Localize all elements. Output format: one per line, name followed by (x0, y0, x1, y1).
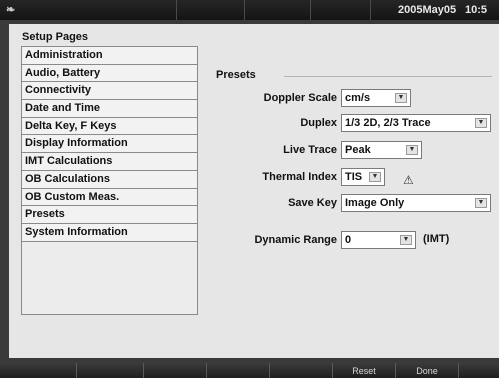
setup-page-audio-battery[interactable]: Audio, Battery (22, 64, 197, 83)
setup-page-administration[interactable]: Administration (22, 47, 197, 65)
dynamic-range-suffix: (IMT) (423, 233, 450, 245)
chevron-down-icon: ▼ (400, 235, 412, 245)
dynamic-range-label: Dynamic Range (254, 234, 337, 246)
setup-page-ob-custom-meas[interactable]: OB Custom Meas. (22, 188, 197, 207)
duplex-value: 1/3 2D, 2/3 Trace (345, 117, 431, 129)
chevron-down-icon: ▼ (475, 118, 487, 128)
softkey-3[interactable] (206, 363, 269, 378)
save-key-label: Save Key (288, 197, 337, 209)
setup-pages-list: Administration Audio, Battery Connectivi… (21, 46, 198, 315)
save-key-value: Image Only (345, 197, 405, 209)
status-divider (370, 0, 371, 20)
presets-section-title: Presets (216, 69, 256, 81)
chevron-down-icon: ▼ (395, 93, 407, 103)
softkey-2[interactable] (143, 363, 206, 378)
chevron-down-icon: ▼ (475, 198, 487, 208)
setup-page-display-information[interactable]: Display Information (22, 135, 197, 154)
app-logo-icon: ❧ (6, 4, 16, 16)
doppler-scale-dropdown[interactable]: cm/s ▼ (341, 89, 411, 107)
live-trace-dropdown[interactable]: Peak ▼ (341, 141, 422, 159)
chevron-down-icon: ▼ (406, 145, 418, 155)
dynamic-range-dropdown[interactable]: 0 ▼ (341, 231, 416, 249)
status-time: 10:5 (465, 4, 488, 16)
live-trace-label: Live Trace (283, 144, 337, 156)
save-key-dropdown[interactable]: Image Only ▼ (341, 194, 491, 212)
setup-page-date-time[interactable]: Date and Time (22, 100, 197, 118)
setup-page-ob-calculations[interactable]: OB Calculations (22, 170, 197, 189)
setup-panel: Setup Pages Administration Audio, Batter… (9, 24, 499, 358)
warning-icon: ⚠ (403, 173, 414, 187)
chevron-down-icon: ▼ (369, 172, 381, 182)
done-button[interactable]: Done (395, 363, 458, 378)
doppler-scale-value: cm/s (345, 92, 371, 104)
setup-page-connectivity[interactable]: Connectivity (22, 82, 197, 101)
status-divider (244, 0, 245, 20)
setup-page-delta-key[interactable]: Delta Key, F Keys (22, 117, 197, 136)
setup-page-system-information[interactable]: System Information (22, 223, 197, 242)
setup-page-imt-calculations[interactable]: IMT Calculations (22, 153, 197, 171)
softkey-bar: Reset Done (0, 362, 499, 378)
thermal-index-label: Thermal Index (262, 171, 337, 183)
presets-divider (284, 76, 492, 77)
setup-page-presets[interactable]: Presets (22, 206, 197, 224)
thermal-index-value: TIS (345, 171, 363, 183)
status-date: 2005May05 (398, 4, 457, 16)
status-bar: ❧ 2005May05 10:5 (0, 0, 499, 20)
duplex-dropdown[interactable]: 1/3 2D, 2/3 Trace ▼ (341, 114, 491, 132)
setup-pages-empty-area (22, 241, 197, 314)
doppler-scale-label: Doppler Scale (263, 92, 337, 104)
softkey-1[interactable] (76, 363, 143, 378)
status-divider (176, 0, 177, 20)
live-trace-value: Peak (345, 144, 371, 156)
softkey-4[interactable] (269, 363, 332, 378)
setup-pages-title: Setup Pages (22, 31, 89, 43)
duplex-label: Duplex (300, 117, 337, 129)
softkey-7[interactable] (458, 363, 499, 378)
thermal-index-dropdown[interactable]: TIS ▼ (341, 168, 385, 186)
dynamic-range-value: 0 (345, 234, 352, 246)
reset-button[interactable]: Reset (332, 363, 395, 378)
status-divider (310, 0, 311, 20)
